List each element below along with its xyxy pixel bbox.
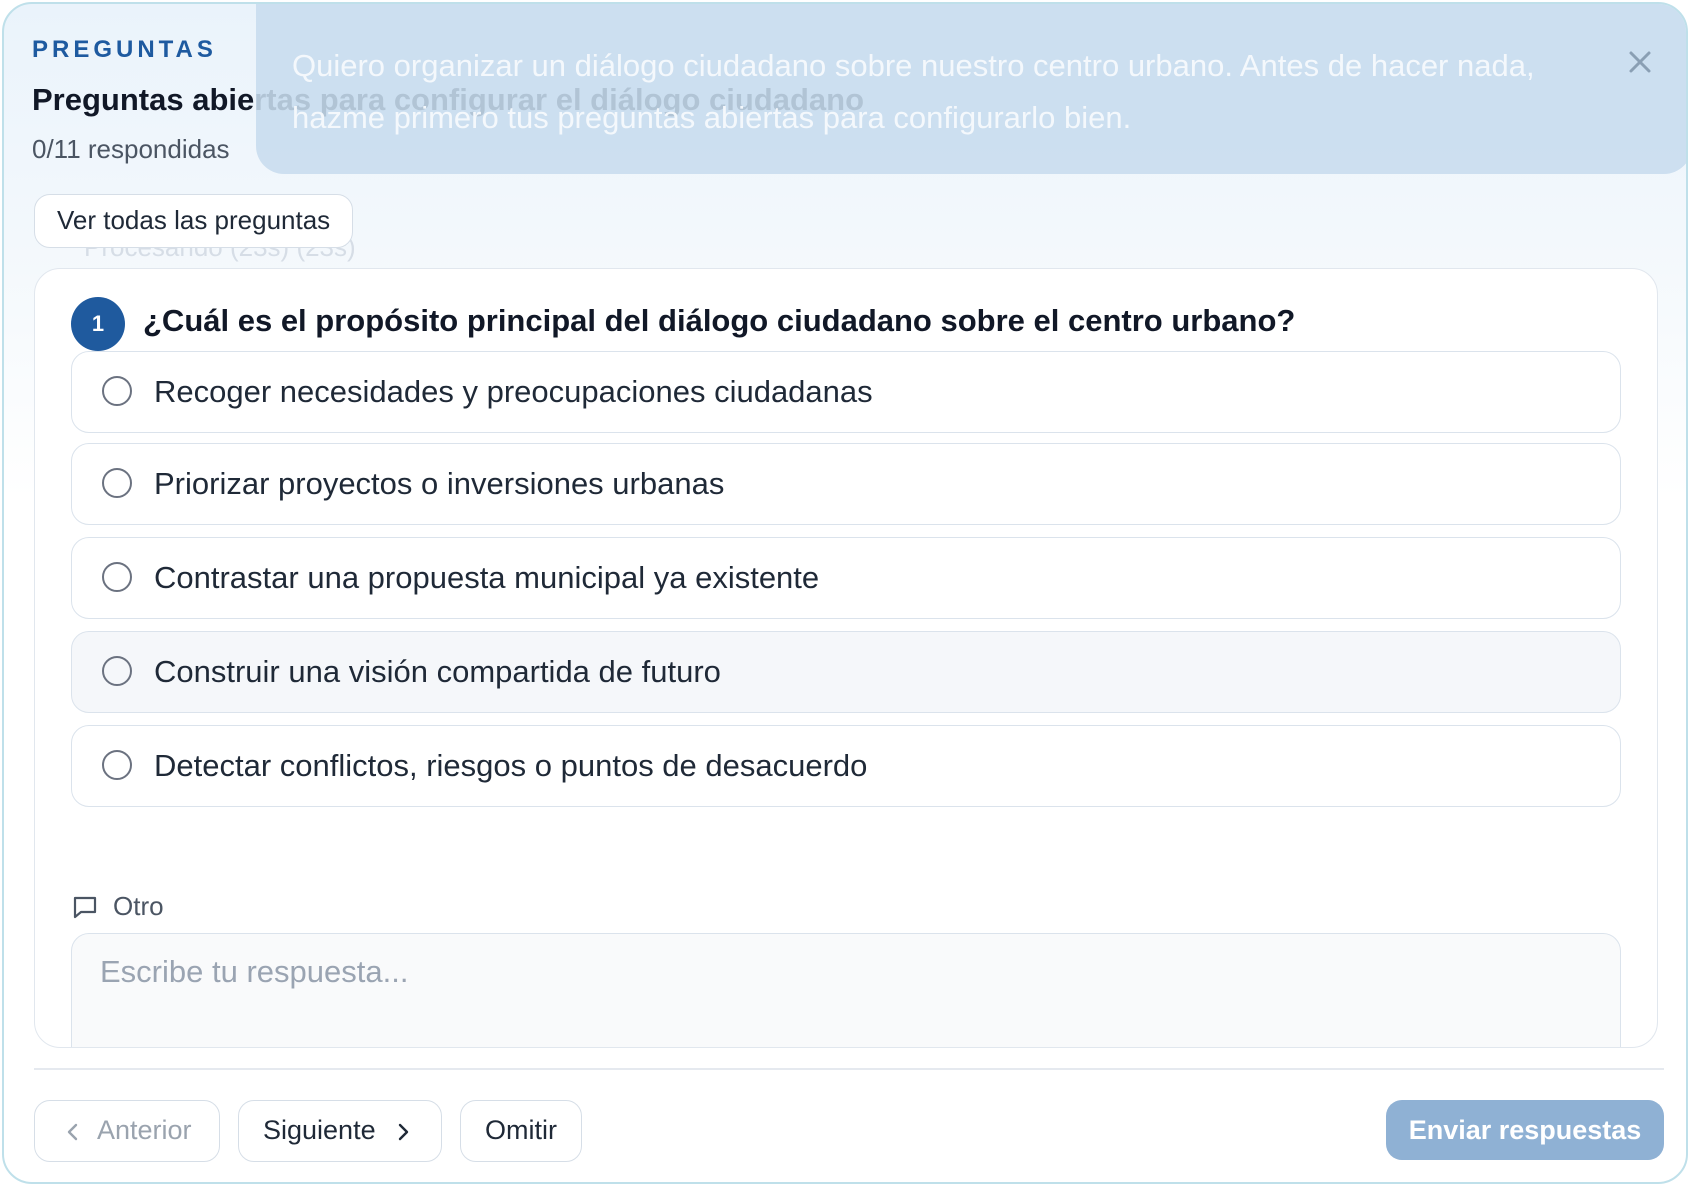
radio-icon[interactable] [102,656,132,686]
skip-button[interactable]: Omitir [460,1100,582,1162]
option-label: Contrastar una propuesta municipal ya ex… [154,560,820,595]
option-item[interactable]: Detectar conflictos, riesgos o puntos de… [71,725,1621,807]
question-card: 1 ¿Cuál es el propósito principal del di… [34,268,1658,1048]
answered-count: 0/11 respondidas [32,134,230,164]
next-label: Siguiente [263,1115,376,1145]
section-kicker: PREGUNTAS [32,36,217,63]
option-label: Priorizar proyectos o inversiones urbana… [154,466,725,501]
radio-icon[interactable] [102,750,132,780]
submit-answers-button[interactable]: Enviar respuestas [1386,1100,1664,1160]
option-item[interactable]: Contrastar una propuesta municipal ya ex… [71,537,1621,619]
chevron-left-icon [67,1123,78,1141]
option-item[interactable]: Construir una visión compartida de futur… [71,631,1621,713]
questions-panel: Procesando (23s) (23s) PREGUNTAS Pregunt… [2,2,1688,1184]
option-label: Construir una visión compartida de futur… [154,654,721,689]
radio-icon[interactable] [102,376,132,406]
see-all-questions-button[interactable]: Ver todas las preguntas [34,194,354,248]
next-button[interactable]: Siguiente [238,1100,442,1162]
question-number-badge: 1 [71,297,125,351]
close-icon[interactable] [1622,44,1658,80]
option-label: Recoger necesidades y preocupaciones ciu… [154,374,873,409]
question-text: ¿Cuál es el propósito principal del diál… [143,303,1296,338]
previous-button[interactable]: Anterior [34,1100,220,1162]
message-square-icon [73,896,97,919]
footer-divider [34,1068,1664,1070]
previous-label: Anterior [97,1115,192,1145]
prompt-overlay-text: Quiero organizar un diálogo ciudadano so… [292,48,1535,135]
option-item[interactable]: Priorizar proyectos o inversiones urbana… [71,443,1621,525]
radio-icon[interactable] [102,468,132,498]
option-item[interactable]: Recoger necesidades y preocupaciones ciu… [71,351,1621,433]
other-answer-input[interactable] [71,933,1621,1047]
option-label: Detectar conflictos, riesgos o puntos de… [154,748,868,783]
other-label: Otro [113,891,164,921]
chevron-right-icon [398,1123,409,1141]
radio-icon[interactable] [102,562,132,592]
